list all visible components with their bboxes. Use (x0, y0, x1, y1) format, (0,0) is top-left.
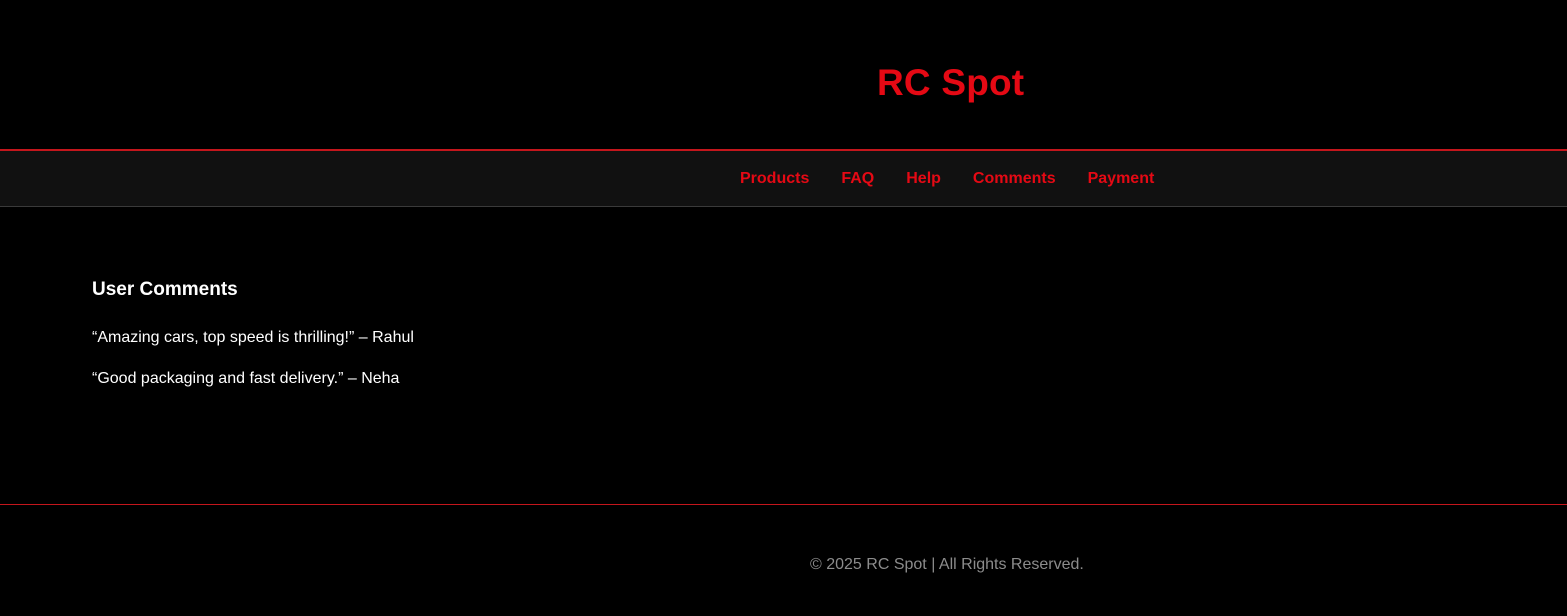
site-title: RC Spot (877, 62, 1025, 103)
comments-section: User Comments “Amazing cars, top speed i… (92, 278, 1492, 410)
comment-item: “Good packaging and fast delivery.” – Ne… (92, 370, 400, 387)
nav-link-faq[interactable]: FAQ (841, 170, 874, 187)
nav-links: Products FAQ Help Comments Payment (740, 151, 1154, 207)
nav-item-faq: FAQ (841, 170, 874, 188)
footer-divider (0, 504, 1567, 505)
main-nav: Products FAQ Help Comments Payment (0, 149, 1567, 207)
nav-item-comments: Comments (973, 170, 1056, 188)
nav-link-products[interactable]: Products (740, 170, 809, 187)
page: RC Spot Products FAQ Help Comments Payme… (0, 0, 1567, 616)
comment-item: “Amazing cars, top speed is thrilling!” … (92, 329, 414, 346)
nav-item-products: Products (740, 170, 809, 188)
nav-item-help: Help (906, 170, 941, 188)
footer-copyright: © 2025 RC Spot | All Rights Reserved. (810, 556, 1084, 573)
nav-link-help[interactable]: Help (906, 170, 941, 187)
nav-link-payment[interactable]: Payment (1088, 170, 1155, 187)
nav-item-payment: Payment (1088, 170, 1155, 188)
comments-heading: User Comments (92, 279, 238, 300)
site-header: RC Spot (0, 0, 1567, 149)
nav-link-comments[interactable]: Comments (973, 170, 1056, 187)
